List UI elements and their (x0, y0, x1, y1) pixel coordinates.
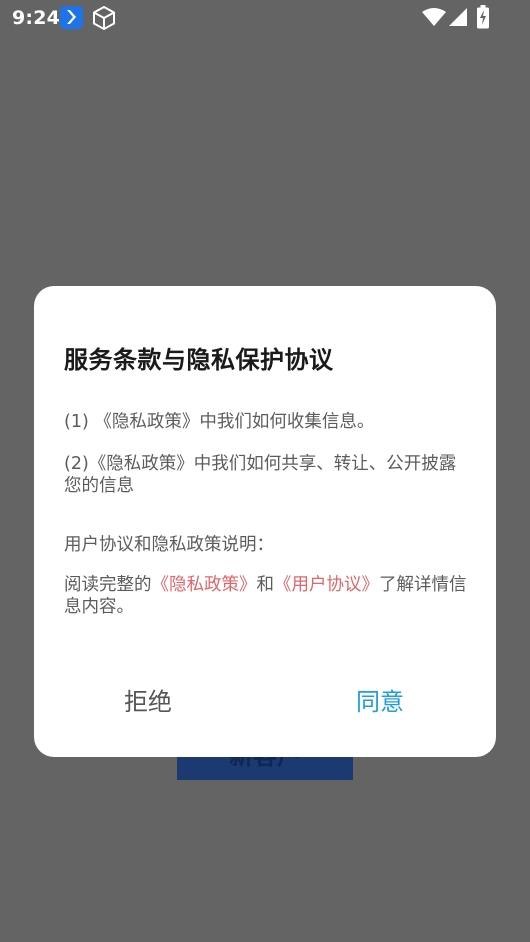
status-time: 9:24 (12, 7, 61, 29)
privacy-item-2: (2)《隐私政策》中我们如何共享、转让、公开披露您的信息 (64, 454, 457, 496)
privacy-agreement-dialog: 服务条款与隐私保护协议 (1) 《隐私政策》中我们如何收集信息。 (2)《隐私政… (34, 286, 496, 757)
section-heading: 用户协议和隐私政策说明： (64, 535, 274, 555)
privacy-item-1: (1) 《隐私政策》中我们如何收集信息。 (64, 412, 375, 432)
privacy-policy-link[interactable]: 《隐私政策》 (152, 575, 257, 595)
agree-button[interactable]: 同意 (356, 684, 404, 720)
signal-icon (448, 7, 468, 27)
and-text: 和 (256, 575, 275, 595)
cube-icon (91, 5, 117, 31)
dialog-title: 服务条款与隐私保护协议 (64, 346, 334, 374)
battery-charging-icon (476, 5, 490, 29)
reject-button[interactable]: 拒绝 (124, 684, 172, 720)
user-agreement-link[interactable]: 《用户协议》 (274, 575, 379, 595)
wifi-icon (421, 7, 447, 27)
read-prefix: 阅读完整的 (64, 575, 152, 595)
status-bar: 9:24 (0, 0, 530, 36)
app-icon (60, 6, 83, 29)
read-full-text: 阅读完整的《隐私政策》和《用户协议》了解详情信息内容。 (64, 574, 469, 618)
